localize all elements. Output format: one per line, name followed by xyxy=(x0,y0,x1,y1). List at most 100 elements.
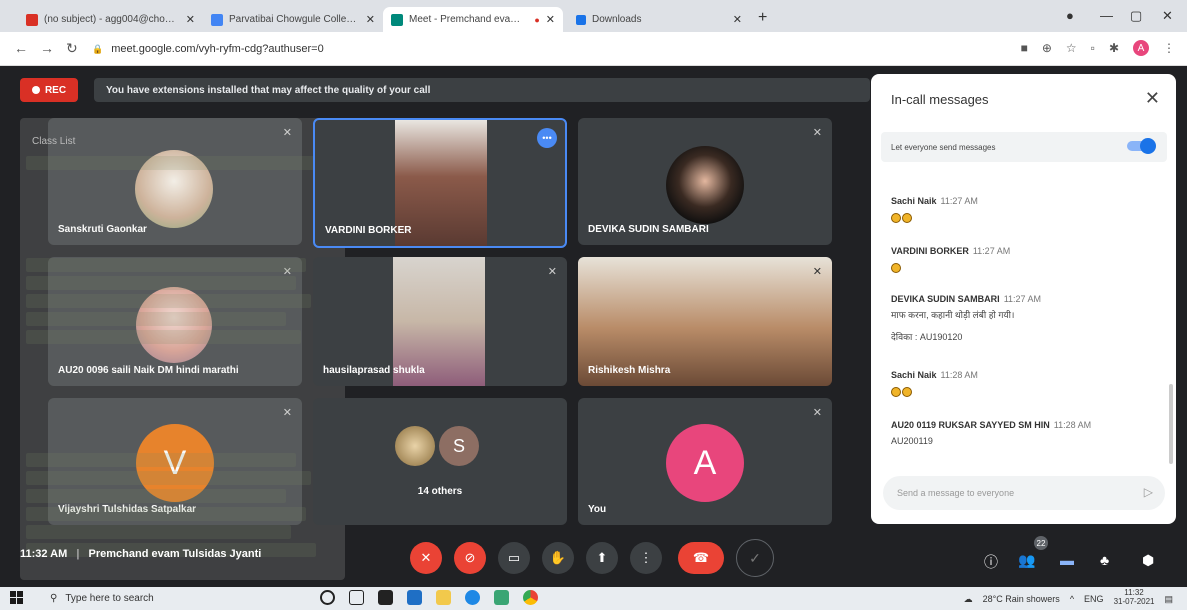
tab-search-icon[interactable]: ● xyxy=(1066,8,1074,23)
close-window-button[interactable]: ✕ xyxy=(1162,8,1173,24)
participant-name: Rishikesh Mishra xyxy=(588,365,671,376)
file-explorer-icon[interactable] xyxy=(436,590,451,605)
list-item xyxy=(26,294,311,308)
chat-message: DEVIKA SUDIN SAMBARI 11:27 AM माफ करना, क… xyxy=(891,294,1161,344)
mic-off-icon: ✕ xyxy=(812,266,822,278)
meeting-title: Premchand evam Tulsidas Jyanti xyxy=(88,548,262,560)
emoji-icon xyxy=(891,212,901,223)
language-indicator[interactable]: ENG xyxy=(1084,594,1104,604)
close-panel-icon[interactable]: ✕ xyxy=(1145,88,1160,109)
self-tile[interactable]: A ✕ You xyxy=(578,398,832,525)
cortana-icon[interactable] xyxy=(320,590,335,605)
new-tab-button[interactable]: + xyxy=(758,9,767,27)
edge-icon[interactable] xyxy=(465,590,480,605)
chat-message: VARDINI BORKER 11:27 AM xyxy=(891,246,1161,274)
minimize-button[interactable]: — xyxy=(1100,8,1113,23)
tab-downloads[interactable]: Downloads ✕ xyxy=(568,7,750,32)
puzzle-icon[interactable]: ✱ xyxy=(1109,41,1119,55)
search-placeholder: Type here to search xyxy=(65,593,154,604)
close-tab-icon[interactable]: ✕ xyxy=(733,13,742,26)
participant-tile-others[interactable]: S 14 others xyxy=(313,398,567,525)
speaking-indicator-icon: ••• xyxy=(537,128,557,148)
taskbar-clock[interactable]: 11:32 31-07-2021 xyxy=(1114,588,1155,606)
meet-icon xyxy=(391,13,403,26)
back-button[interactable]: ← xyxy=(14,40,28,56)
participant-tile[interactable]: ✕ Rishikesh Mishra xyxy=(578,257,832,386)
chrome-icon[interactable] xyxy=(523,590,538,605)
reload-button[interactable]: ↻ xyxy=(66,40,78,57)
url-text: meet.google.com/vyh-ryfm-cdg?authuser=0 xyxy=(111,43,324,55)
list-item xyxy=(26,156,316,170)
windows-start-icon[interactable] xyxy=(10,591,24,605)
close-tab-icon[interactable]: ✕ xyxy=(186,13,195,26)
download-icon xyxy=(576,14,586,25)
camera-icon[interactable]: ■ xyxy=(1021,41,1028,55)
taskbar-search[interactable]: ⚲ Type here to search xyxy=(40,587,295,610)
notification-icon[interactable]: ▤ xyxy=(1164,594,1173,605)
activities-icon[interactable]: ♣ xyxy=(1100,552,1109,568)
check-icon[interactable]: ✓ xyxy=(736,539,774,577)
panel-title: In-call messages xyxy=(891,92,989,107)
close-tab-icon[interactable]: ✕ xyxy=(366,13,375,26)
tab-gmail[interactable]: (no subject) - agg004@chowgule ✕ xyxy=(18,7,203,32)
url-field[interactable]: 🔒 meet.google.com/vyh-ryfm-cdg?authuser=… xyxy=(92,37,932,61)
task-view-icon[interactable] xyxy=(349,590,364,605)
weather-text[interactable]: 28°C Rain showers xyxy=(983,594,1060,604)
gmail-icon xyxy=(26,13,38,26)
meeting-info-icon[interactable]: ⓘ xyxy=(984,552,998,572)
extension-icon[interactable]: ▫ xyxy=(1091,41,1095,55)
menu-icon[interactable]: ⋮ xyxy=(1163,41,1175,55)
tray-chevron-icon[interactable]: ^ xyxy=(1070,594,1074,604)
send-icon[interactable]: ▷ xyxy=(1144,485,1153,499)
input-placeholder: Send a message to everyone xyxy=(897,488,1015,498)
message-sender: Sachi Naik xyxy=(891,370,937,380)
self-initial-avatar: A xyxy=(666,424,744,502)
participant-tile[interactable]: ✕ DEVIKA SUDIN SAMBARI xyxy=(578,118,832,245)
more-options-button[interactable]: ⋮ xyxy=(630,542,662,574)
chat-scrollbar[interactable] xyxy=(1169,384,1173,464)
list-item xyxy=(26,453,296,467)
message-sender: VARDINI BORKER xyxy=(891,246,969,256)
bookmark-star-icon[interactable]: ☆ xyxy=(1066,41,1077,55)
message-sender: AU20 0119 RUKSAR SAYYED SM HIN xyxy=(891,420,1050,430)
forward-button[interactable]: → xyxy=(40,40,54,56)
class-list-overlay: Class List xyxy=(20,118,345,580)
windows-taskbar: ⚲ Type here to search ☁ 28°C Rain shower… xyxy=(0,587,1187,610)
mic-off-icon: ✕ xyxy=(547,266,557,278)
zoom-icon[interactable]: ⊕ xyxy=(1042,41,1052,55)
message-time: 11:28 AM xyxy=(940,370,978,380)
clock-date: 31-07-2021 xyxy=(1113,597,1155,606)
maximize-button[interactable]: ▢ xyxy=(1130,8,1142,24)
captions-button[interactable]: ▭ xyxy=(498,542,530,574)
photos-icon[interactable] xyxy=(494,590,509,605)
raise-hand-button[interactable]: ✋ xyxy=(542,542,574,574)
tab-college[interactable]: Parvatibai Chowgule College of ✕ xyxy=(203,7,383,32)
in-call-messages-panel: In-call messages ✕ Let everyone send mes… xyxy=(871,74,1176,524)
emoji-icon xyxy=(891,386,901,397)
people-icon[interactable]: 👥 xyxy=(1018,552,1035,569)
close-tab-icon[interactable]: ✕ xyxy=(546,13,555,26)
store-icon[interactable] xyxy=(378,590,393,605)
profile-avatar[interactable]: A xyxy=(1133,40,1149,56)
participant-avatar xyxy=(666,146,744,224)
chat-message: Sachi Naik 11:28 AM xyxy=(891,370,1161,398)
participant-tile-active-speaker[interactable]: ••• VARDINI BORKER xyxy=(313,118,567,248)
participant-tile[interactable]: ✕ hausilaprasad shukla xyxy=(313,257,567,386)
host-controls-icon[interactable]: ⬢ xyxy=(1142,552,1154,569)
send-messages-toggle[interactable] xyxy=(1127,138,1156,154)
address-bar: ← → ↻ 🔒 meet.google.com/vyh-ryfm-cdg?aut… xyxy=(0,32,1187,66)
chat-icon[interactable]: ▬ xyxy=(1060,552,1074,568)
tab-meet[interactable]: Meet - Premchand evam Tul ● ✕ xyxy=(383,7,563,32)
tab-title: (no subject) - agg004@chowgule xyxy=(44,14,180,25)
tab-title: Parvatibai Chowgule College of xyxy=(229,14,360,25)
participant-avatar xyxy=(395,426,435,466)
let-everyone-send-setting: Let everyone send messages xyxy=(881,132,1167,162)
camera-off-button[interactable]: ⊘ xyxy=(454,542,486,574)
mic-off-button[interactable]: ✕ xyxy=(410,542,442,574)
chat-message-input[interactable]: Send a message to everyone ▷ xyxy=(883,476,1165,510)
mic-off-icon: ✕ xyxy=(812,407,822,419)
lock-icon: 🔒 xyxy=(92,43,104,54)
mail-icon[interactable] xyxy=(407,590,422,605)
leave-call-button[interactable]: ☎ xyxy=(678,542,724,574)
present-screen-button[interactable]: ⬆ xyxy=(586,542,618,574)
